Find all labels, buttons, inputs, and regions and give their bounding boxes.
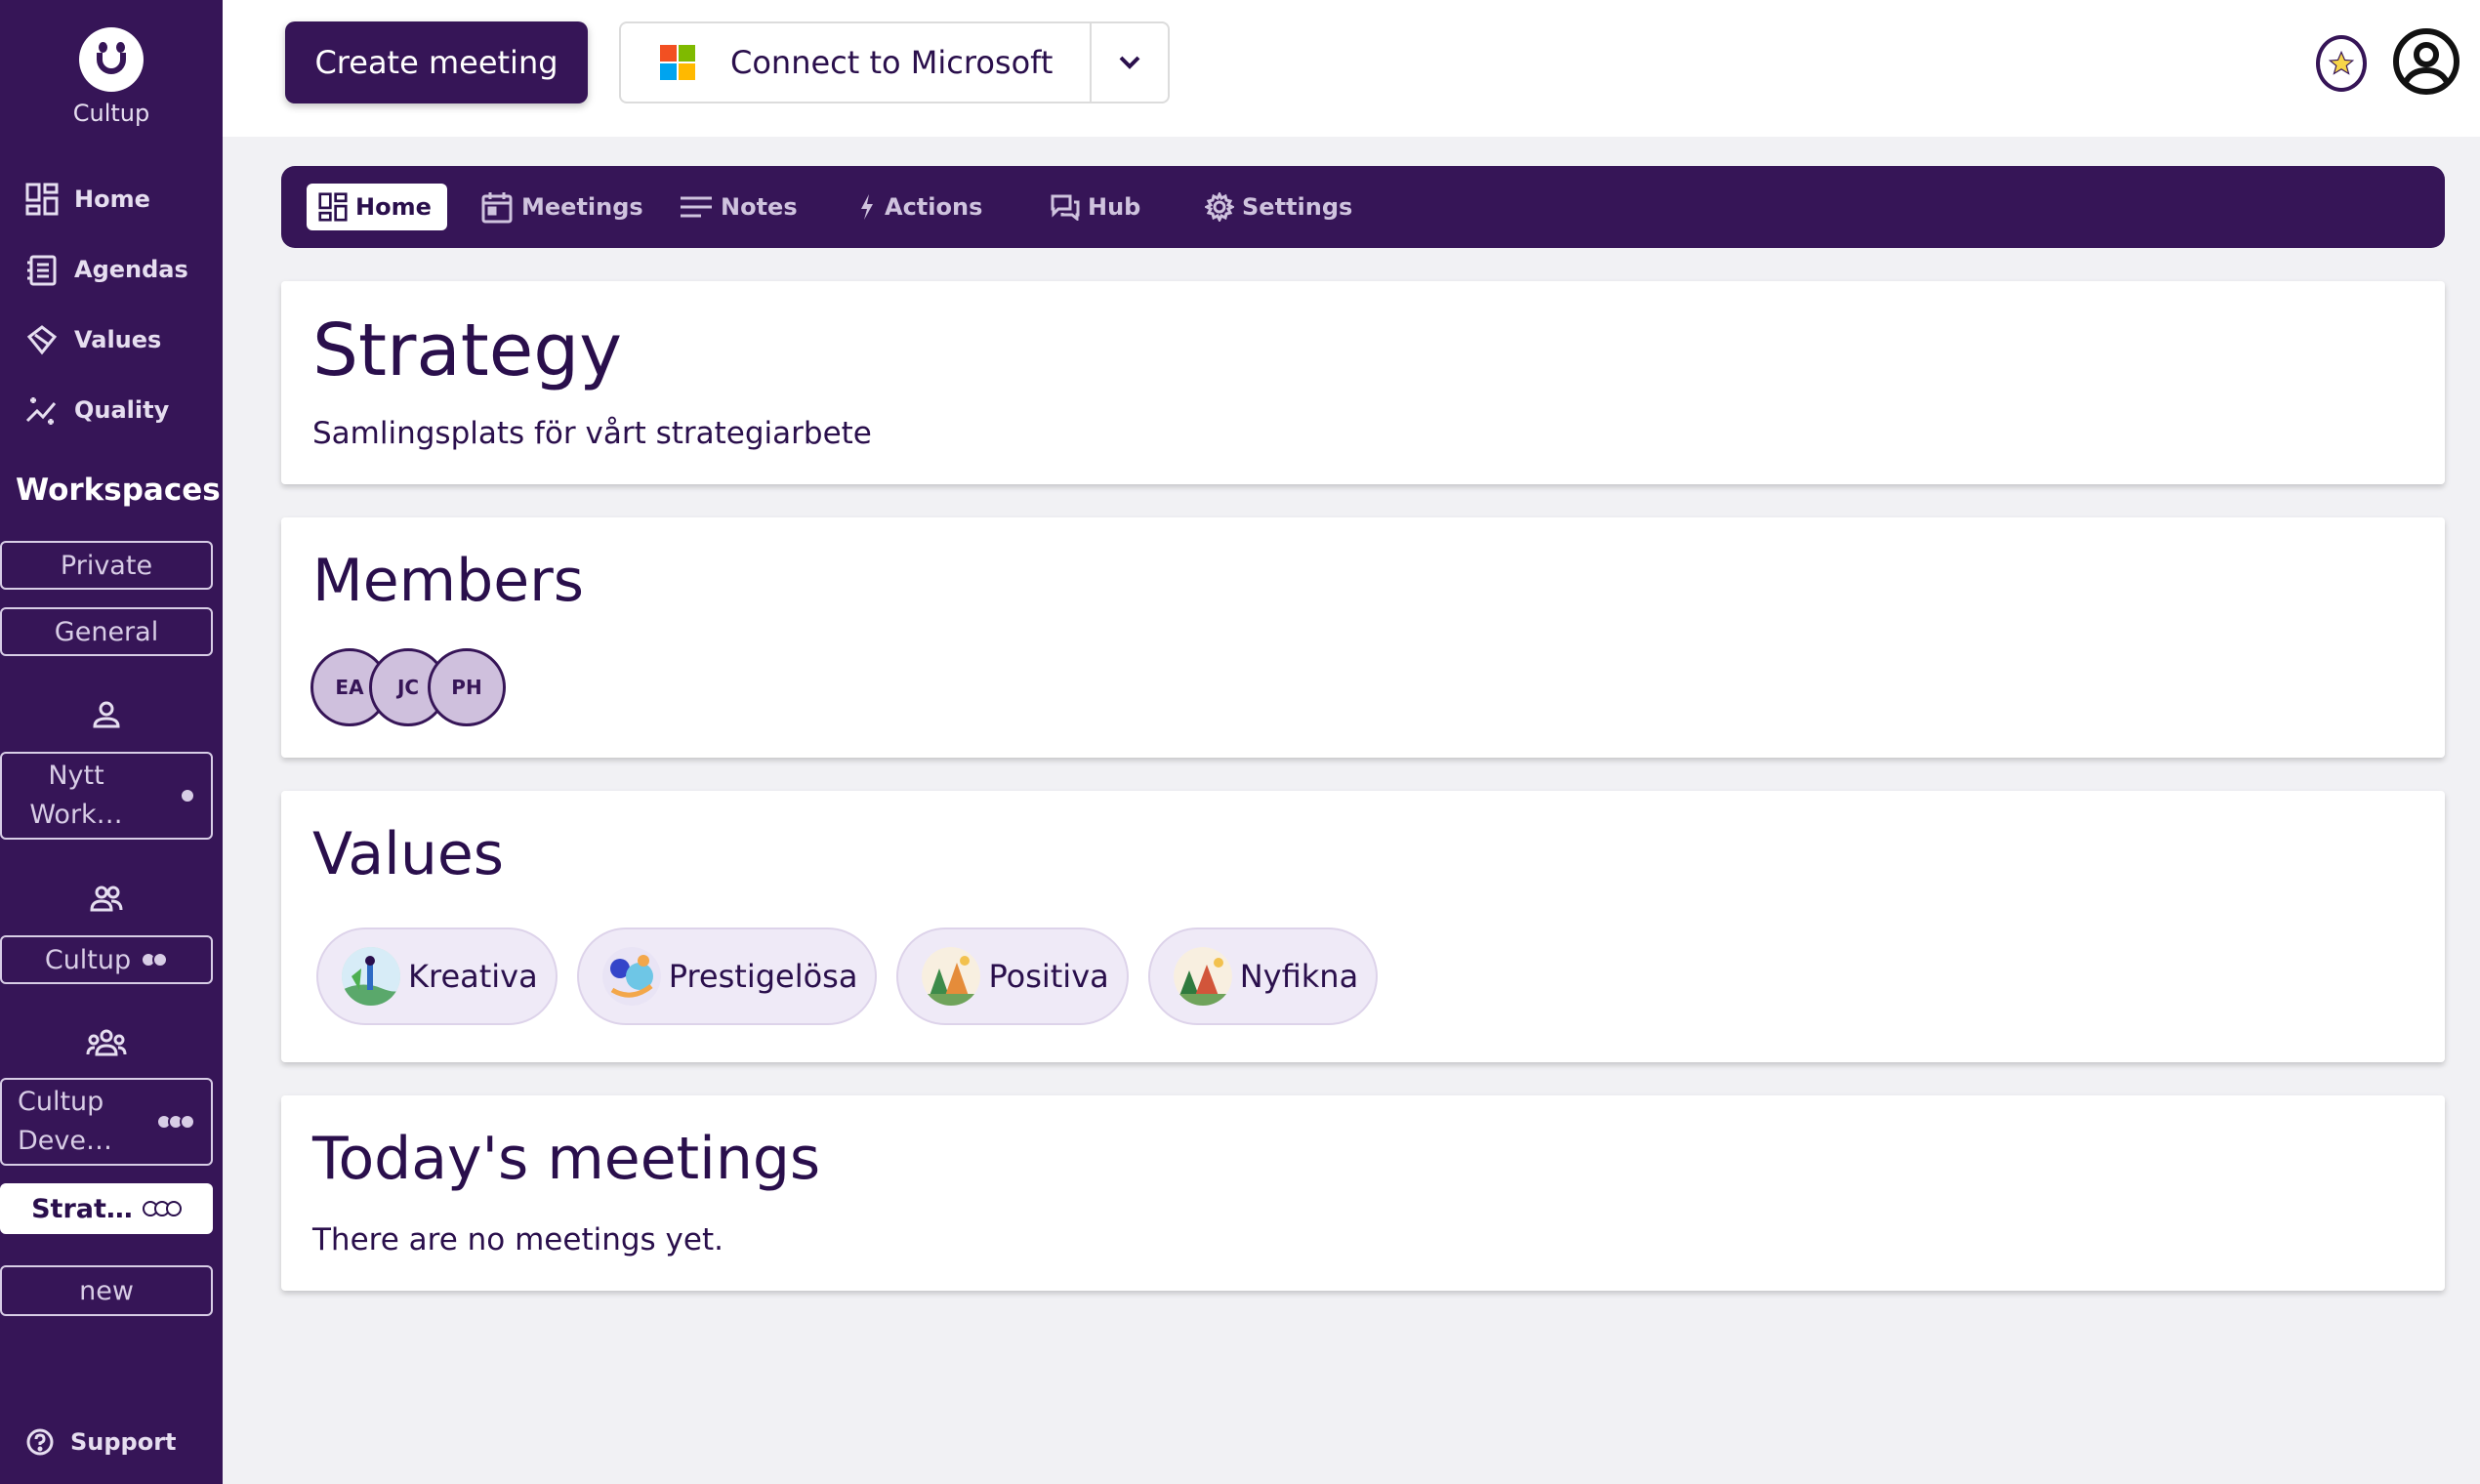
nav-home-label: Home (74, 186, 150, 213)
cultup-logo-icon (79, 27, 144, 92)
create-meeting-button[interactable]: Create meeting (285, 21, 588, 103)
support-link[interactable]: Support (25, 1427, 177, 1457)
meetings-empty-state: There are no meetings yet. (312, 1222, 723, 1257)
tab-home-label: Home (355, 193, 432, 221)
workspace-cultup-label: Cultup (44, 944, 132, 975)
value-chip-kreativa[interactable]: Kreativa (316, 928, 558, 1025)
chat-icon (1051, 193, 1080, 221)
value-label: Positiva (988, 958, 1109, 995)
values-heading: Values (312, 820, 505, 888)
workspace-private-label: Private (60, 550, 153, 581)
tab-hub-label: Hub (1088, 193, 1141, 221)
nav-item-home[interactable]: Home (25, 164, 188, 234)
tab-actions[interactable]: Actions (857, 184, 982, 230)
tab-actions-label: Actions (885, 193, 983, 221)
workspace-header-card: Strategy Samlingsplats för vårt strategi… (281, 281, 2445, 484)
nav-quality-label: Quality (74, 396, 170, 424)
tab-meetings-label: Meetings (521, 193, 643, 221)
value-chip-positiva[interactable]: Positiva (896, 928, 1129, 1025)
nav-agendas-label: Agendas (74, 256, 188, 283)
tab-settings-label: Settings (1242, 193, 1353, 221)
value-illustration-icon (601, 947, 661, 1006)
lines-icon (680, 195, 713, 219)
workspace-general-label: General (54, 616, 159, 647)
sidebar: Cultup Home Agendas Values Quality Works… (0, 0, 223, 1484)
main-nav: Home Agendas Values Quality (25, 164, 188, 445)
member-dots-icon (156, 1114, 195, 1130)
member-dots-icon (141, 952, 169, 968)
workspace-general[interactable]: General (0, 607, 213, 656)
value-label: Kreativa (408, 958, 538, 995)
top-bar: Create meeting Connect to Microsoft (223, 0, 2480, 137)
value-illustration-icon (922, 947, 981, 1006)
tab-meetings[interactable]: Meetings (480, 184, 643, 230)
todays-meetings-card: Today's meetings There are no meetings y… (281, 1095, 2445, 1291)
workspace-nytt-label: Nytt Work… (29, 761, 123, 830)
user-profile-icon[interactable] (2392, 27, 2460, 96)
gear-icon (1205, 192, 1234, 222)
member-avatars: EA JC PH (310, 648, 506, 726)
chevron-down-icon[interactable] (1090, 23, 1168, 102)
tab-home[interactable]: Home (307, 184, 447, 230)
member-dots-icon (142, 1201, 182, 1216)
workspace-cultup-dev[interactable]: Cultup Deve… (0, 1078, 213, 1166)
workspace-description: Samlingsplats för vårt strategiarbete (312, 416, 872, 451)
tab-hub[interactable]: Hub (1051, 184, 1140, 230)
workspace-strategy-label: Strat… (31, 1193, 133, 1224)
workspace-cultup-dev-label: Cultup Deve… (18, 1087, 112, 1156)
workspace-cultup[interactable]: Cultup (0, 935, 213, 984)
value-illustration-icon (342, 947, 400, 1006)
nav-item-values[interactable]: Values (25, 305, 188, 375)
grid-icon (318, 192, 348, 222)
single-user-icon (0, 699, 213, 730)
workspace-private[interactable]: Private (0, 541, 213, 590)
nav-item-agendas[interactable]: Agendas (25, 234, 188, 305)
workspace-new[interactable]: new (0, 1265, 213, 1316)
nav-item-quality[interactable]: Quality (25, 375, 188, 445)
page-title: Strategy (312, 309, 623, 392)
logo-text: Cultup (72, 100, 150, 127)
value-illustration-icon (1173, 947, 1232, 1006)
value-chip-prestigelosa[interactable]: Prestigelösa (576, 928, 878, 1025)
app-logo[interactable]: Cultup (0, 27, 223, 127)
workspace-tab-bar: Home Meetings Notes Actions Hub Settings (281, 166, 2445, 248)
support-label: Support (70, 1428, 177, 1456)
microsoft-logo-icon (660, 45, 695, 80)
two-users-icon (0, 883, 213, 914)
nav-values-label: Values (74, 326, 162, 353)
calendar-icon (480, 190, 514, 224)
member-dots-icon (180, 788, 195, 804)
tab-settings[interactable]: Settings (1205, 184, 1352, 230)
diamond-icon (25, 323, 59, 356)
grid-icon (25, 183, 59, 216)
lightning-icon (857, 192, 877, 222)
values-list: Kreativa Prestigelösa Positiva Nyfikna (316, 928, 1397, 1025)
workspace-nytt-work[interactable]: Nytt Work… (0, 752, 213, 840)
avatar[interactable]: PH (428, 648, 506, 726)
sparkle-chart-icon (25, 393, 59, 427)
value-chip-nyfikna[interactable]: Nyfikna (1147, 928, 1379, 1025)
workspace-strategy[interactable]: Strat… (0, 1183, 213, 1234)
values-card: Values Kreativa Prestigelösa Positiva Ny… (281, 791, 2445, 1062)
meetings-heading: Today's meetings (312, 1125, 821, 1193)
members-card: Members EA JC PH (281, 517, 2445, 758)
group-users-icon (0, 1027, 213, 1058)
star-badge-icon[interactable] (2316, 35, 2367, 92)
value-label: Prestigelösa (668, 958, 858, 995)
tab-notes-label: Notes (721, 193, 798, 221)
workspace-new-label: new (79, 1275, 134, 1306)
members-heading: Members (312, 547, 585, 615)
help-circle-icon (25, 1427, 55, 1457)
connect-microsoft-button[interactable]: Connect to Microsoft (619, 21, 1170, 103)
value-label: Nyfikna (1239, 958, 1359, 995)
tab-notes[interactable]: Notes (680, 184, 798, 230)
workspaces-heading: Workspaces (16, 473, 221, 508)
connect-microsoft-label: Connect to Microsoft (730, 44, 1054, 81)
agenda-icon (25, 253, 59, 286)
